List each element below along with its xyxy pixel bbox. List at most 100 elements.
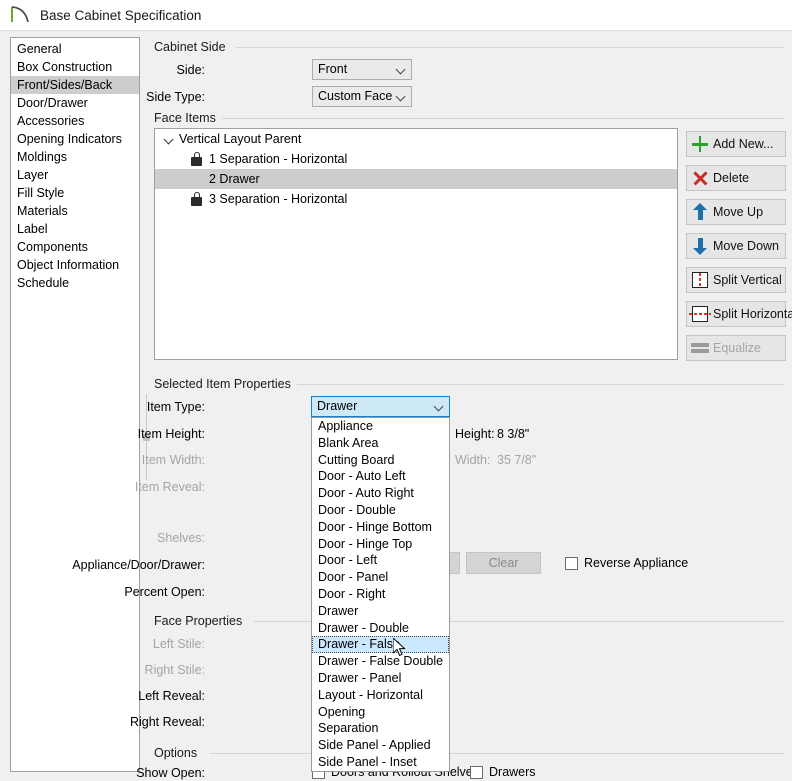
mouse-cursor [392, 636, 407, 661]
button-label: Split Horizontal [713, 307, 792, 321]
dropdown-option[interactable]: Drawer - Panel [312, 670, 449, 687]
sidebar-item-box-construction[interactable]: Box Construction [11, 58, 139, 76]
label-side: Side: [176, 63, 206, 77]
label-shelves: Shelves: [157, 531, 205, 545]
move-up-button[interactable]: Move Up [686, 199, 786, 225]
dropdown-option[interactable]: Door - Hinge Bottom [312, 519, 449, 536]
checkbox-box[interactable] [470, 765, 483, 779]
dropdown-option[interactable]: Door - Auto Left [312, 468, 449, 485]
button-label: Move Up [713, 205, 764, 219]
dropdown-option[interactable]: Drawer - Double [312, 620, 449, 637]
dropdown-option[interactable]: Side Panel - Inset [312, 754, 449, 771]
tree-row[interactable]: 1 Separation - Horizontal [155, 149, 677, 169]
height-readout-value: 8 3/8" [497, 427, 530, 441]
clear-button-label: Clear [488, 556, 519, 570]
dropdown-option[interactable]: Door - Auto Right [312, 485, 449, 502]
label-right-stile: Right Stile: [144, 663, 205, 677]
sidebar-item-components[interactable]: Components [11, 238, 139, 256]
x-icon [687, 168, 713, 188]
dropdown-option[interactable]: Drawer - False [312, 636, 449, 654]
label-item-type: Item Type: [146, 400, 205, 414]
sidebar-item-label: Opening Indicators [17, 132, 122, 146]
tree-item-label: 2 Drawer [209, 172, 260, 186]
reverse-appliance-checkbox[interactable]: Reverse Appliance [565, 556, 688, 570]
label-item-reveal: Item Reveal: [134, 480, 205, 494]
dropdown-option[interactable]: Drawer - False Double [312, 653, 449, 670]
sidebar-item-label: Components [17, 240, 88, 254]
sidebar-item-label: Fill Style [17, 186, 65, 200]
split-vertical-button[interactable]: Split Vertical [686, 267, 786, 293]
tree-row[interactable]: Vertical Layout Parent [155, 129, 677, 149]
label-left-reveal: Left Reveal: [138, 689, 205, 703]
sidebar-item-opening-indicators[interactable]: Opening Indicators [11, 130, 139, 148]
chevron-down-icon [395, 64, 406, 74]
tree-item-label: 1 Separation - Horizontal [209, 152, 348, 166]
face-items-tree[interactable]: Vertical Layout Parent 1 Separation - Hor… [154, 128, 678, 360]
label-item-width: Item Width: [141, 453, 205, 467]
clear-button[interactable]: Clear [466, 552, 541, 574]
sidebar-item-general[interactable]: General [11, 40, 139, 58]
label-show-open: Show Open: [136, 766, 205, 780]
item-type-dropdown-list[interactable]: Appliance Blank Area Cutting Board Door - A… [311, 417, 450, 772]
reverse-appliance-label: Reverse Appliance [584, 556, 689, 570]
sidebar-item-fill-style[interactable]: Fill Style [11, 184, 139, 202]
sidebar-item-label: General [17, 42, 62, 56]
dropdown-option[interactable]: Separation [312, 720, 449, 737]
dropdown-option[interactable]: Drawer [312, 603, 449, 620]
dropdown-option[interactable]: Door - Right [312, 586, 449, 603]
label-appliance-door-drawer: Appliance/Door/Drawer: [72, 558, 205, 572]
sidebar-item-label: Label [17, 222, 48, 236]
group-title-face-properties: Face Properties [154, 614, 249, 628]
side-type-combo-value: Custom Face [318, 89, 393, 103]
delete-button[interactable]: Delete [686, 165, 786, 191]
dropdown-option[interactable]: Appliance [312, 418, 449, 435]
button-label: Add New... [713, 137, 774, 151]
sidebar-item-schedule[interactable]: Schedule [11, 274, 139, 292]
height-readout-label: Height: [455, 427, 495, 441]
dropdown-option[interactable]: Opening [312, 704, 449, 721]
sidebar-item-label[interactable]: Label [11, 220, 139, 238]
dropdown-option[interactable]: Cutting Board [312, 452, 449, 469]
item-type-combo[interactable]: Drawer [311, 396, 450, 417]
sidebar-item-label: Front/Sides/Back [17, 78, 113, 92]
tree-item-label: 3 Separation - Horizontal [209, 192, 348, 206]
group-options: Options [154, 746, 784, 760]
side-type-combo[interactable]: Custom Face [312, 86, 412, 107]
tree-row[interactable]: 3 Separation - Horizontal [155, 189, 677, 209]
checkbox-box[interactable] [565, 556, 578, 570]
drawers-label: Drawers [489, 765, 536, 779]
sidebar-item-label: Layer [17, 168, 49, 182]
dropdown-option[interactable]: Side Panel - Applied [312, 737, 449, 754]
arrow-down-icon [687, 236, 713, 256]
button-label: Split Vertical [713, 273, 782, 287]
sidebar-item-label: Moldings [17, 150, 68, 164]
equalize-button: Equalize [686, 335, 786, 361]
sidebar-item-label: Box Construction [17, 60, 113, 74]
split-horizontal-button[interactable]: Split Horizontal [686, 301, 792, 327]
dropdown-option[interactable]: Door - Hinge Top [312, 536, 449, 553]
sidebar-item-object-information[interactable]: Object Information [11, 256, 139, 274]
item-type-combo-value: Drawer [317, 399, 358, 413]
side-combo[interactable]: Front [312, 59, 412, 80]
chevron-down-icon[interactable] [163, 134, 174, 145]
add-new-button[interactable]: Add New... [686, 131, 786, 157]
sidebar-item-accessories[interactable]: Accessories [11, 112, 139, 130]
sidebar-item-label: Schedule [17, 276, 70, 290]
sidebar-item-label: Object Information [17, 258, 120, 272]
drawers-checkbox[interactable]: Drawers [470, 765, 536, 779]
title-bar: Base Cabinet Specification [0, 0, 792, 31]
tree-row[interactable]: 2 Drawer [155, 169, 677, 189]
dropdown-option[interactable]: Blank Area [312, 435, 449, 452]
base-cabinet-specification-dialog: Base Cabinet Specification General Box Co… [0, 0, 792, 781]
sidebar-item-label: Materials [17, 204, 68, 218]
sidebar-item-layer[interactable]: Layer [11, 166, 139, 184]
move-down-button[interactable]: Move Down [686, 233, 786, 259]
dropdown-option[interactable]: Door - Panel [312, 569, 449, 586]
width-readout-label: Width: [455, 453, 491, 467]
dropdown-option[interactable]: Layout - Horizontal [312, 687, 449, 704]
label-side-type: Side Type: [146, 90, 205, 104]
dropdown-option[interactable]: Door - Left [312, 552, 449, 569]
sidebar-item-moldings[interactable]: Moldings [11, 148, 139, 166]
sidebar-item-materials[interactable]: Materials [11, 202, 139, 220]
dropdown-option[interactable]: Door - Double [312, 502, 449, 519]
